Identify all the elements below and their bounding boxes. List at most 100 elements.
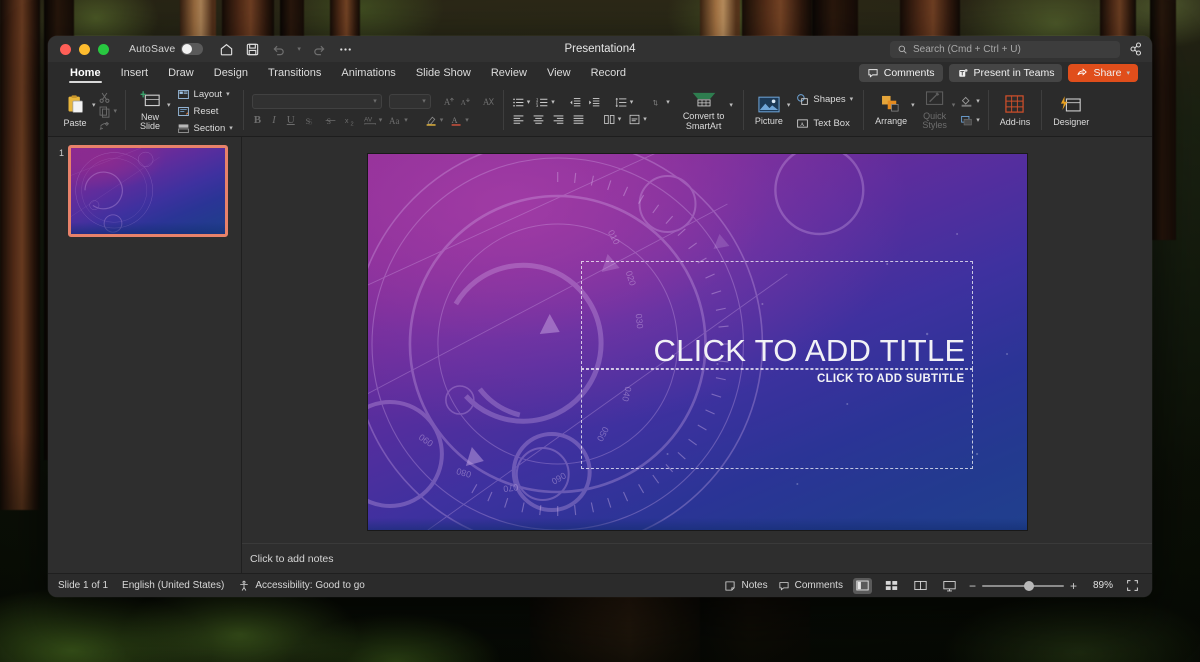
tab-home[interactable]: Home bbox=[60, 62, 111, 84]
title-placeholder[interactable]: CLICK TO ADD TITLE bbox=[581, 261, 973, 369]
zoom-percentage[interactable]: 89% bbox=[1087, 580, 1113, 591]
layout-button[interactable]: Layout ▾ bbox=[175, 86, 235, 102]
zoom-out-button[interactable]: − bbox=[969, 580, 976, 592]
align-text-button[interactable]: ▾ bbox=[628, 113, 647, 126]
line-spacing-button[interactable]: ▾ bbox=[615, 96, 634, 109]
bullets-chevron-down-icon[interactable]: ▾ bbox=[527, 99, 531, 106]
zoom-slider-track[interactable] bbox=[982, 585, 1064, 587]
reading-view-button[interactable] bbox=[911, 578, 930, 594]
convert-to-smartart-button[interactable]: Convert to SmartArt bbox=[680, 90, 728, 132]
clear-formatting-icon[interactable]: A bbox=[482, 95, 495, 108]
search-input[interactable]: Search (Cmd + Ctrl + U) bbox=[890, 41, 1120, 58]
tab-transitions[interactable]: Transitions bbox=[258, 62, 331, 84]
numbering-chevron-down-icon[interactable]: ▾ bbox=[551, 99, 555, 106]
align-center-icon[interactable] bbox=[532, 113, 545, 126]
save-icon[interactable] bbox=[245, 42, 260, 57]
columns-chevron-down-icon[interactable]: ▾ bbox=[618, 116, 622, 123]
slide-thumbnail-pane[interactable]: 1 bbox=[48, 137, 242, 573]
share-button[interactable]: Share ▾ bbox=[1068, 64, 1138, 82]
format-painter-button[interactable] bbox=[98, 119, 118, 132]
tab-draw[interactable]: Draw bbox=[158, 62, 204, 84]
notes-toggle-button[interactable]: Notes bbox=[724, 580, 767, 592]
shapes-button[interactable]: Shapes ▾ bbox=[794, 91, 855, 107]
font-color-chevron-down-icon[interactable]: ▾ bbox=[465, 117, 469, 124]
slide-sorter-button[interactable] bbox=[882, 578, 901, 594]
change-case-button[interactable]: Aa ▾ bbox=[389, 114, 408, 127]
line-spacing-chevron-down-icon[interactable]: ▾ bbox=[630, 99, 634, 106]
justify-icon[interactable] bbox=[572, 113, 585, 126]
layout-chevron-down-icon[interactable]: ▾ bbox=[226, 91, 230, 98]
arrange-button[interactable]: Arrange bbox=[872, 95, 910, 127]
slideshow-button[interactable] bbox=[940, 578, 959, 594]
maximize-window-button[interactable] bbox=[98, 44, 109, 55]
text-direction-button[interactable]: ⇅ ▾ bbox=[651, 96, 670, 109]
align-text-chevron-down-icon[interactable]: ▾ bbox=[643, 116, 647, 123]
strikethrough-icon[interactable]: S bbox=[324, 114, 337, 127]
designer-button[interactable]: Designer bbox=[1050, 95, 1092, 128]
text-box-button[interactable]: A Text Box bbox=[794, 115, 855, 131]
font-size-chevron-down-icon[interactable]: ▾ bbox=[422, 98, 426, 105]
zoom-in-button[interactable]: + bbox=[1070, 580, 1077, 592]
autosave-toggle[interactable] bbox=[181, 43, 203, 55]
increase-indent-icon[interactable] bbox=[588, 96, 601, 109]
comments-button[interactable]: Comments bbox=[859, 64, 943, 82]
paste-chevron-down-icon[interactable]: ▾ bbox=[92, 102, 96, 109]
text-shadow-icon[interactable]: S S bbox=[304, 114, 317, 127]
picture-chevron-down-icon[interactable]: ▾ bbox=[787, 102, 791, 109]
character-spacing-chevron-down-icon[interactable]: ▾ bbox=[379, 117, 383, 124]
copy-button[interactable]: ▾ bbox=[98, 105, 118, 118]
autosave-control[interactable]: AutoSave bbox=[129, 43, 203, 55]
new-slide-button[interactable]: New Slide bbox=[134, 90, 166, 133]
fit-to-window-button[interactable] bbox=[1123, 578, 1142, 594]
shape-fill-button[interactable]: ▾ bbox=[960, 95, 980, 108]
subscript-icon[interactable]: x 2 bbox=[344, 114, 357, 127]
tab-design[interactable]: Design bbox=[204, 62, 258, 84]
add-ins-button[interactable]: Add-ins bbox=[997, 94, 1034, 128]
normal-view-button[interactable] bbox=[853, 578, 872, 594]
tab-slide-show[interactable]: Slide Show bbox=[406, 62, 481, 84]
italic-button[interactable]: I bbox=[270, 112, 278, 128]
tab-insert[interactable]: Insert bbox=[111, 62, 159, 84]
tab-review[interactable]: Review bbox=[481, 62, 537, 84]
comments-toggle-button[interactable]: Comments bbox=[778, 580, 843, 592]
numbering-button[interactable]: 1 2 3 ▾ bbox=[536, 96, 555, 109]
cut-button[interactable] bbox=[98, 91, 118, 104]
decrease-indent-icon[interactable] bbox=[569, 96, 582, 109]
accessibility-status[interactable]: Accessibility: Good to go bbox=[238, 580, 365, 592]
present-in-teams-button[interactable]: Present in Teams bbox=[949, 64, 1063, 82]
text-direction-chevron-down-icon[interactable]: ▾ bbox=[666, 99, 670, 106]
change-case-chevron-down-icon[interactable]: ▾ bbox=[404, 117, 408, 124]
language-label[interactable]: English (United States) bbox=[122, 580, 224, 591]
shape-effects-chevron-down-icon[interactable]: ▾ bbox=[976, 117, 980, 124]
tab-view[interactable]: View bbox=[537, 62, 581, 84]
shape-fill-chevron-down-icon[interactable]: ▾ bbox=[976, 98, 980, 105]
picture-button[interactable]: Picture bbox=[752, 96, 786, 127]
section-chevron-down-icon[interactable]: ▾ bbox=[229, 125, 233, 132]
quick-styles-button[interactable]: Quick Styles bbox=[919, 91, 951, 132]
slide-thumbnail-1[interactable] bbox=[68, 145, 228, 237]
font-name-chevron-down-icon[interactable]: ▾ bbox=[373, 98, 377, 105]
columns-button[interactable]: ▾ bbox=[603, 113, 622, 126]
quick-styles-chevron-down-icon[interactable]: ▾ bbox=[952, 102, 956, 109]
font-name-input[interactable]: ▾ bbox=[252, 94, 382, 109]
zoom-slider-handle[interactable] bbox=[1024, 581, 1034, 591]
arrange-chevron-down-icon[interactable]: ▾ bbox=[911, 102, 915, 109]
tab-animations[interactable]: Animations bbox=[331, 62, 405, 84]
character-spacing-button[interactable]: AV ▾ bbox=[364, 114, 383, 127]
paste-button[interactable]: Paste bbox=[59, 94, 91, 129]
share-chevron-down-icon[interactable]: ▾ bbox=[1126, 70, 1130, 77]
shapes-chevron-down-icon[interactable]: ▾ bbox=[850, 96, 854, 103]
ribbon-display-options-icon[interactable] bbox=[1128, 41, 1144, 57]
bullets-button[interactable]: ▾ bbox=[512, 96, 531, 109]
align-right-icon[interactable] bbox=[552, 113, 565, 126]
section-button[interactable]: Section ▾ bbox=[175, 120, 235, 136]
underline-button[interactable]: U bbox=[285, 112, 297, 128]
shape-effects-button[interactable]: ▾ bbox=[960, 114, 980, 127]
redo-icon[interactable] bbox=[312, 42, 327, 57]
copy-chevron-down-icon[interactable]: ▾ bbox=[114, 108, 118, 115]
align-left-icon[interactable] bbox=[512, 113, 525, 126]
undo-icon[interactable] bbox=[271, 42, 286, 57]
text-highlight-button[interactable]: ▾ bbox=[425, 114, 444, 127]
more-options-icon[interactable] bbox=[338, 42, 353, 57]
zoom-slider[interactable]: − + bbox=[969, 580, 1077, 592]
